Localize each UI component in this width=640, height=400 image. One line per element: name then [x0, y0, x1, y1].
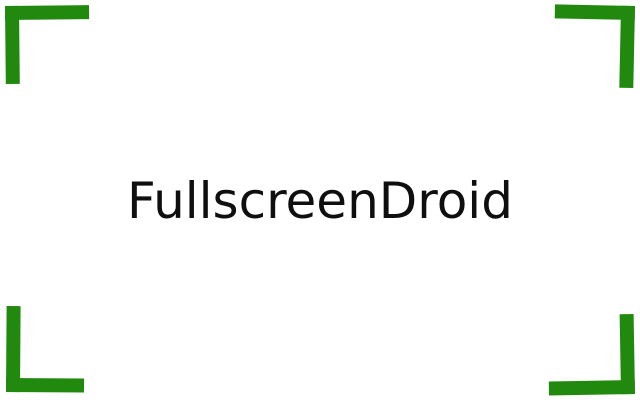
app-title: FullscreenDroid — [127, 172, 513, 230]
corner-bracket-top-right-icon — [553, 4, 635, 88]
corner-bracket-top-left-icon — [5, 5, 90, 84]
corner-bracket-bottom-right-icon — [547, 314, 635, 396]
corner-bracket-bottom-left-icon — [6, 306, 85, 393]
